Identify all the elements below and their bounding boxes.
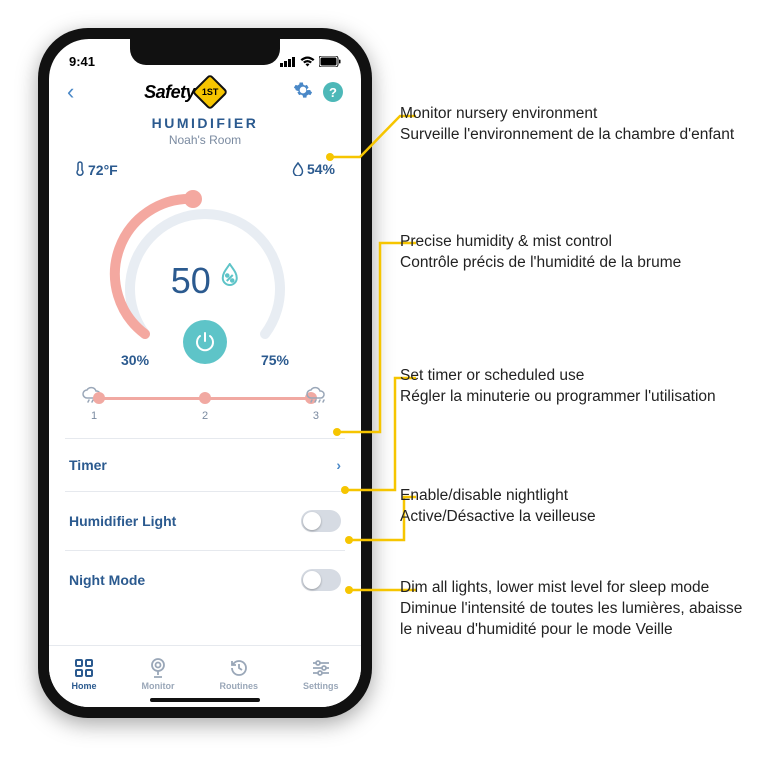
callout-night: Dim all lights, lower mist level for sle…	[400, 578, 757, 641]
callout-timer: Set timer or scheduled useRégler la minu…	[400, 366, 716, 408]
callout-light: Enable/disable nightlightActive/Désactiv…	[400, 486, 596, 528]
callout-env: Monitor nursery environmentSurveille l'e…	[400, 104, 734, 146]
notch	[130, 39, 280, 65]
callout-dial: Precise humidity & mist controlContrôle …	[400, 232, 681, 274]
